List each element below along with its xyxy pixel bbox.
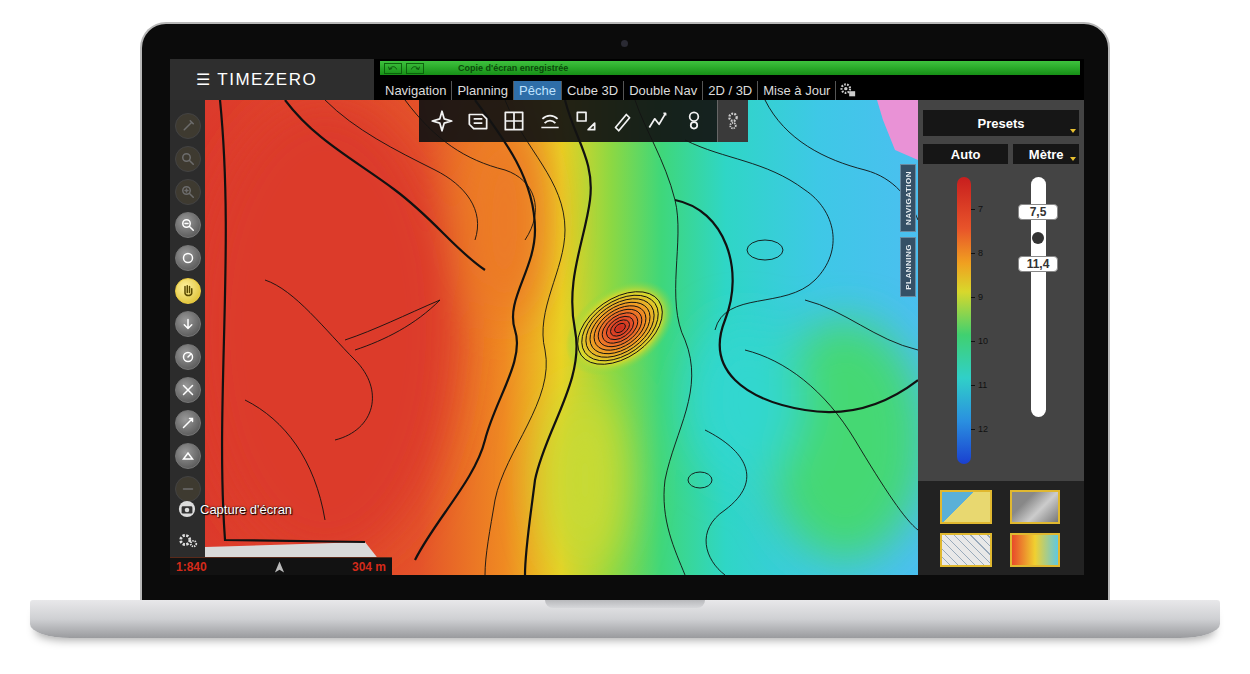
map-tool-icon[interactable] bbox=[501, 108, 527, 134]
auto-button[interactable]: Auto bbox=[923, 144, 1008, 164]
tool-button[interactable] bbox=[175, 212, 201, 238]
logo-text: TIMEZERO bbox=[217, 70, 317, 90]
tool-button[interactable] bbox=[175, 278, 201, 304]
screenshot-button[interactable]: Capture d'écran bbox=[178, 500, 292, 518]
tool-button[interactable] bbox=[175, 443, 201, 469]
mode-row: Auto Mètre bbox=[923, 144, 1079, 164]
legend-tick: 8 bbox=[971, 231, 988, 275]
tab[interactable]: Navigation bbox=[380, 81, 452, 100]
tool-icon bbox=[179, 381, 197, 399]
tool-button[interactable] bbox=[175, 311, 201, 337]
map-tool-icon[interactable] bbox=[573, 108, 599, 134]
legend-tick: 9 bbox=[971, 275, 988, 319]
slider-handle[interactable]: 11,4 bbox=[1018, 256, 1058, 272]
menu-icon[interactable]: ☰ bbox=[196, 70, 210, 89]
camera-icon bbox=[178, 500, 196, 518]
tab[interactable]: Double Nav bbox=[624, 81, 703, 100]
unit-dropdown[interactable]: Mètre bbox=[1013, 144, 1079, 164]
thumbnail[interactable] bbox=[1010, 533, 1060, 567]
tool-icon bbox=[179, 249, 197, 267]
depth-panel: Presets Auto Mètre 789101112 7,5 11,4 bbox=[918, 100, 1084, 575]
dropdown-arrow-icon bbox=[1070, 157, 1076, 161]
slider-handle[interactable]: 7,5 bbox=[1018, 204, 1058, 220]
tool-button[interactable] bbox=[175, 113, 201, 139]
depth-range-slider[interactable]: 7,5 11,4 bbox=[1013, 177, 1063, 417]
status-strip: Copie d'écran enregistrée bbox=[380, 61, 1080, 75]
depth-chart bbox=[205, 100, 918, 575]
map-tool-icon[interactable] bbox=[681, 108, 707, 134]
tool-button[interactable] bbox=[175, 410, 201, 436]
depth-scale: 789101112 7,5 11,4 bbox=[923, 172, 1079, 467]
redo-icon[interactable] bbox=[406, 63, 424, 74]
legend-ticks: 789101112 bbox=[971, 177, 988, 467]
header: ☰ TIMEZERO Copie d'écran enregistrée Nav… bbox=[170, 59, 1084, 100]
north-arrow-icon[interactable] bbox=[274, 560, 285, 574]
map-tool-icon[interactable] bbox=[465, 108, 491, 134]
tool-icon bbox=[179, 150, 197, 168]
tab[interactable]: 2D / 3D bbox=[703, 81, 758, 100]
legend-tick: 7 bbox=[971, 187, 988, 231]
map-tool-icon[interactable] bbox=[609, 108, 635, 134]
tab[interactable]: Pêche bbox=[514, 81, 562, 100]
app-window: ☰ TIMEZERO Copie d'écran enregistrée Nav… bbox=[170, 59, 1084, 575]
header-right: Copie d'écran enregistrée NavigationPlan… bbox=[374, 59, 1084, 100]
tab[interactable]: Mise à Jour bbox=[758, 81, 836, 100]
scale-ratio: 1:840 bbox=[176, 560, 207, 574]
tool-icon bbox=[179, 348, 197, 366]
side-tab[interactable]: PLANNING bbox=[900, 237, 916, 297]
tool-icon bbox=[179, 480, 197, 498]
map-tool-icon[interactable] bbox=[645, 108, 671, 134]
settings-lock-icon[interactable] bbox=[839, 81, 856, 98]
tool-button[interactable] bbox=[175, 245, 201, 271]
tool-button[interactable] bbox=[175, 476, 201, 502]
gears-icon[interactable] bbox=[177, 529, 199, 551]
presets-dropdown[interactable]: Presets bbox=[923, 110, 1079, 136]
dropdown-arrow-icon bbox=[1070, 129, 1076, 133]
tab-bar: NavigationPlanningPêcheCube 3DDouble Nav… bbox=[380, 81, 1080, 100]
tool-icon bbox=[179, 282, 197, 300]
status-message: Copie d'écran enregistrée bbox=[458, 63, 568, 73]
color-legend: 789101112 bbox=[923, 177, 1013, 467]
app-logo[interactable]: ☰ TIMEZERO bbox=[170, 59, 374, 100]
bathymetry-map[interactable]: NAVIGATION PLANNING bbox=[205, 100, 918, 575]
undo-icon[interactable] bbox=[384, 63, 402, 74]
tool-icon bbox=[179, 183, 197, 201]
scale-bar: 1:840 304 m bbox=[170, 557, 392, 575]
scale-distance: 304 m bbox=[352, 560, 386, 574]
page: ☰ TIMEZERO Copie d'écran enregistrée Nav… bbox=[0, 0, 1250, 674]
lid-notch bbox=[545, 600, 705, 608]
side-tab[interactable]: NAVIGATION bbox=[900, 164, 916, 232]
gears-icon[interactable] bbox=[717, 100, 748, 142]
map-tool-icon[interactable] bbox=[537, 108, 563, 134]
laptop-lid: ☰ TIMEZERO Copie d'écran enregistrée Nav… bbox=[140, 22, 1110, 600]
tool-button[interactable] bbox=[175, 344, 201, 370]
tool-icon bbox=[179, 117, 197, 135]
tool-button[interactable] bbox=[175, 146, 201, 172]
tool-icon bbox=[179, 414, 197, 432]
thumbnail[interactable] bbox=[1010, 490, 1060, 524]
map-toolbar bbox=[419, 100, 748, 142]
legend-tick: 11 bbox=[971, 363, 988, 407]
tool-icon bbox=[179, 447, 197, 465]
legend-tick: 10 bbox=[971, 319, 988, 363]
tab[interactable]: Planning bbox=[452, 81, 514, 100]
side-tabs: NAVIGATION PLANNING bbox=[900, 164, 916, 297]
chart-style-thumbnails bbox=[918, 481, 1084, 575]
main-area: NAVIGATION PLANNING Presets Auto Mètre 78… bbox=[170, 100, 1084, 575]
tool-button[interactable] bbox=[175, 179, 201, 205]
color-bar bbox=[957, 177, 971, 464]
tool-button[interactable] bbox=[175, 377, 201, 403]
tool-icon bbox=[179, 315, 197, 333]
legend-tick: 12 bbox=[971, 407, 988, 451]
thumbnail[interactable] bbox=[940, 533, 992, 567]
tool-icon bbox=[179, 216, 197, 234]
laptop-base bbox=[30, 600, 1220, 638]
tab[interactable]: Cube 3D bbox=[562, 81, 624, 100]
camera-icon bbox=[621, 40, 628, 47]
map-tool-icon[interactable] bbox=[429, 108, 455, 134]
thumbnail[interactable] bbox=[940, 490, 992, 524]
